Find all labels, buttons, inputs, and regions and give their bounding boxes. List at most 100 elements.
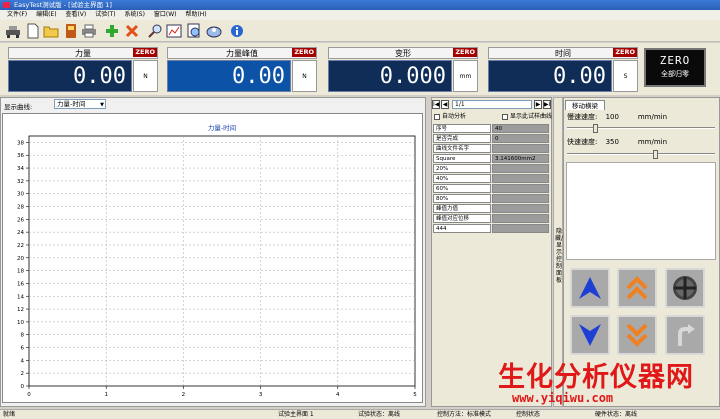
time-display: 时间 ZERO 0.00 S (488, 47, 638, 93)
result-label: Square (433, 154, 491, 163)
slow-speed-label: 慢速速度: (567, 113, 598, 121)
curve-select[interactable]: 力量-时间 ▼ (54, 99, 106, 109)
result-value (492, 194, 549, 203)
slow-speed-value[interactable]: 100 (606, 113, 636, 121)
y-tick-label: 26 (17, 217, 24, 223)
save-icon[interactable] (62, 22, 80, 40)
result-label: 60% (433, 184, 491, 193)
plot-area (28, 135, 416, 387)
result-value (492, 144, 549, 153)
zero-all-label: 全部归零 (661, 70, 689, 78)
y-tick-label: 28 (17, 205, 24, 211)
fast-speed-thumb[interactable] (652, 150, 658, 159)
checkbox-icon (434, 113, 440, 120)
result-value (492, 164, 549, 173)
fast-speed-label: 快速速度: (567, 138, 598, 146)
table-row: 80% (433, 194, 549, 203)
slow-speed-slider[interactable] (567, 124, 715, 133)
menu-window[interactable]: 窗口(W) (154, 10, 177, 20)
prev-page-button[interactable]: ◀ (441, 100, 449, 109)
force-label: 力量 (75, 49, 91, 58)
auto-analysis-checkbox[interactable]: 自动分析 (434, 113, 466, 121)
plus-icon[interactable] (103, 22, 121, 40)
fast-up-button[interactable] (617, 268, 657, 308)
machine-icon[interactable] (4, 22, 22, 40)
y-tick-label: 2 (21, 371, 25, 377)
result-label: 峰值对应位移 (433, 214, 491, 223)
watermark-url: www.yiqiwu.com (512, 391, 614, 405)
next-page-button[interactable]: ▶ (534, 100, 542, 109)
tab-move-crosshead[interactable]: 移动横梁 (565, 100, 605, 110)
force-time-chart: 力量-时间02468101214161820222426283032343638… (17, 123, 417, 398)
force-zero-button[interactable]: ZERO (133, 48, 157, 57)
double-arrow-up-icon (626, 276, 648, 300)
time-zero-button[interactable]: ZERO (613, 48, 637, 57)
info-icon[interactable] (228, 22, 246, 40)
jog-info-box (566, 162, 716, 260)
y-tick-label: 14 (17, 294, 24, 300)
show-curve-label: 显示此试样曲线 (510, 113, 553, 120)
x-tick-label: 4 (336, 392, 340, 398)
menu-bar: 文件(F) 编辑(E) 查看(V) 试验(T) 系统(S) 窗口(W) 帮助(H… (0, 10, 720, 20)
deformation-display: 变形 ZERO 0.000 mm (328, 47, 478, 93)
menu-edit[interactable]: 编辑(E) (36, 10, 56, 20)
table-row: 20% (433, 164, 549, 173)
menu-help[interactable]: 帮助(H) (185, 10, 206, 20)
peak-force-unit: N (292, 60, 317, 92)
fast-speed-value[interactable]: 350 (606, 138, 636, 146)
menu-file[interactable]: 文件(F) (7, 10, 27, 20)
menu-test[interactable]: 试验(T) (95, 10, 115, 20)
slow-speed-row: 慢速速度: 100 mm/min (567, 112, 667, 122)
slow-speed-thumb[interactable] (592, 124, 598, 133)
fast-speed-slider[interactable] (567, 150, 715, 159)
chart-title: 力量-时间 (208, 123, 236, 132)
report-icon[interactable] (185, 22, 203, 40)
zero-all-button[interactable]: ZERO 全部归零 (644, 48, 706, 87)
print-icon[interactable] (80, 22, 98, 40)
open-folder-icon[interactable] (42, 22, 60, 40)
peak-force-zero-button[interactable]: ZERO (292, 48, 316, 57)
move-up-button[interactable] (570, 268, 610, 308)
result-value: 3.141600mm2 (492, 154, 549, 163)
last-page-button[interactable]: ▶I (543, 100, 551, 109)
y-tick-label: 38 (17, 140, 24, 146)
x-tick-label: 1 (104, 392, 108, 398)
title-bar: EasyTest测试版 - [试验主界面 1] (0, 0, 720, 10)
delete-icon[interactable] (123, 22, 141, 40)
result-value (492, 214, 549, 223)
result-value (492, 204, 549, 213)
chart-icon[interactable] (165, 22, 183, 40)
stop-button[interactable] (665, 268, 705, 308)
deformation-label: 变形 (395, 49, 411, 58)
arrow-down-icon (579, 324, 601, 346)
table-row: 峰值对应位移 (433, 214, 549, 223)
x-tick-label: 2 (182, 392, 186, 398)
y-tick-label: 22 (17, 243, 24, 249)
page-field[interactable]: 1/1 (452, 100, 532, 109)
result-value: 0 (492, 134, 549, 143)
table-row: 444 (433, 224, 549, 233)
return-button[interactable] (665, 315, 705, 355)
watermark-title: 生化分析仪器网 (498, 362, 694, 393)
settings-icon[interactable] (205, 22, 223, 40)
deformation-zero-button[interactable]: ZERO (453, 48, 477, 57)
search-icon[interactable] (146, 22, 164, 40)
curve-label: 显示曲线: (4, 103, 33, 111)
new-doc-icon[interactable] (24, 22, 42, 40)
time-unit: S (613, 60, 638, 92)
move-down-button[interactable] (570, 315, 610, 355)
status-control-state: 控制状态 (516, 411, 541, 418)
y-tick-label: 4 (21, 358, 25, 364)
menu-view[interactable]: 查看(V) (65, 10, 86, 20)
table-row: 60% (433, 184, 549, 193)
time-label: 时间 (555, 49, 571, 58)
y-tick-label: 8 (21, 333, 25, 339)
show-curve-checkbox[interactable]: 显示此试样曲线 (502, 113, 552, 121)
x-tick-label: 5 (413, 392, 417, 398)
first-page-button[interactable]: I◀ (432, 100, 440, 109)
y-tick-label: 18 (17, 269, 24, 275)
y-tick-label: 32 (17, 179, 24, 185)
deformation-unit: mm (453, 60, 478, 92)
fast-down-button[interactable] (617, 315, 657, 355)
menu-system[interactable]: 系统(S) (124, 10, 145, 20)
